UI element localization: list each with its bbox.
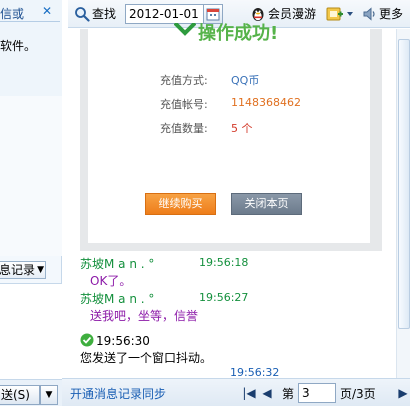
recharge-card-frame: 操作成功! 充值方式: QQ币 充值帐号: 1148368462 充值数量: 5… [80, 21, 382, 251]
close-icon[interactable]: ✕ [42, 4, 52, 18]
recharge-account-value: 1148368462 [231, 96, 301, 109]
message-history: 操作成功! 充值方式: QQ币 充值帐号: 1148368462 充值数量: 5… [68, 21, 410, 379]
left-panel: 信或 ✕ 软件。 息记录 ▼ 送(S) ▼ [0, 0, 62, 406]
send-options-button[interactable]: ▼ [40, 385, 58, 405]
scrollbar-thumb[interactable] [398, 39, 410, 329]
success-title: 操作成功! [198, 23, 279, 44]
input-area[interactable] [0, 283, 62, 379]
history-scrollbar[interactable] [396, 29, 410, 378]
divider [0, 21, 60, 22]
message-sender: 苏坡M a n . ° [80, 257, 155, 271]
close-page-button[interactable]: 关闭本页 [231, 193, 302, 215]
prev-page-icon[interactable]: ◀ [260, 384, 274, 402]
system-message-time: 19:56:30 [96, 334, 150, 348]
recharge-quantity-value: 5 个 [231, 122, 253, 135]
message-sender: 苏坡M a n . ° [80, 292, 155, 306]
message-time: 19:56:27 [199, 291, 249, 304]
enable-sync-link[interactable]: 开通消息记录同步 [70, 385, 166, 402]
message-record-select[interactable]: 息记录 ▼ [0, 261, 46, 279]
speaker-icon[interactable] [362, 6, 378, 22]
add-tool-icon[interactable] [326, 6, 354, 22]
recharge-quantity-label: 充值数量: [160, 122, 208, 135]
page-number-input[interactable] [298, 383, 336, 403]
recharge-method-value: QQ币 [231, 74, 260, 87]
message-text: 送我吧，坐等，信誉 [90, 309, 199, 323]
recharge-account-label: 充值帐号: [160, 98, 208, 111]
recharge-method-label: 充值方式: [160, 74, 208, 87]
message-record-select-label: 息记录 [0, 263, 36, 277]
recharge-result-card: 操作成功! 充值方式: QQ币 充值帐号: 1148368462 充值数量: 5… [88, 21, 370, 243]
page-prefix-label: 第 [282, 387, 295, 401]
send-bar: 送(S) ▼ [0, 379, 62, 406]
send-button-label: 送(S) [1, 388, 30, 402]
dropdown-arrow-icon: ▼ [37, 265, 44, 275]
left-blank-area [0, 96, 62, 256]
search-icon[interactable] [74, 6, 90, 22]
chevron-down-icon: ▼ [45, 390, 53, 400]
first-page-icon[interactable]: |◀ [242, 384, 256, 402]
left-notice-title: 信或 [0, 7, 25, 21]
search-label[interactable]: 查找 [92, 5, 116, 23]
check-circle-icon [80, 333, 94, 350]
continue-buy-button[interactable]: 继续购买 [145, 193, 216, 215]
message-time: 19:56:18 [199, 256, 249, 269]
left-notice: 信或 ✕ 软件。 [0, 0, 62, 96]
message-text: OK了。 [90, 274, 132, 288]
send-button[interactable]: 送(S) [0, 385, 40, 405]
system-message-text: 您发送了一个窗口抖动。 [80, 351, 213, 365]
page-total-label: 页/3页 [340, 387, 376, 401]
left-notice-text: 软件。 [0, 39, 37, 53]
pagination-bar: 开通消息记录同步 |◀ ◀ 第 页/3页 ▶ [62, 378, 410, 406]
success-check-icon [173, 21, 197, 40]
more-menu-label[interactable]: 更多 [379, 5, 403, 23]
next-page-icon[interactable]: ▶ [396, 384, 410, 402]
